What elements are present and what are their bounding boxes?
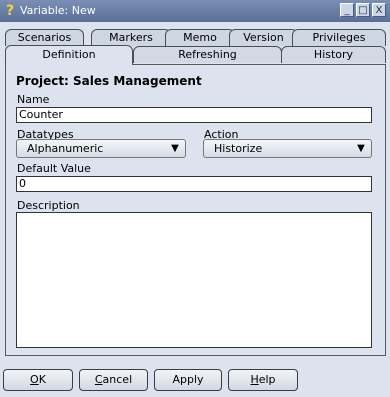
close-button[interactable]: X [372,3,386,17]
datatypes-select[interactable]: Alphanumeric ▼ [16,139,186,158]
maximize-button[interactable]: □ [356,3,370,17]
window-title: Variable: New [20,4,96,17]
cancel-button[interactable]: Cancel [79,369,148,391]
tab-version[interactable]: Version [229,29,298,46]
description-textarea[interactable] [16,212,372,348]
name-field[interactable]: Counter [16,107,372,123]
tab-scenarios[interactable]: Scenarios [5,29,84,46]
project-heading: Project: Sales Management [16,74,202,88]
default-value-field[interactable]: 0 [16,176,372,192]
description-label: Description [17,199,80,212]
help-question-icon: ? [5,3,15,19]
name-label: Name [17,93,50,106]
apply-button[interactable]: Apply [154,369,222,391]
datatypes-value: Alphanumeric [27,142,104,155]
default-value-label: Default Value [17,162,91,175]
ok-button[interactable]: OK [3,369,73,391]
tab-history[interactable]: History [281,46,386,63]
help-button[interactable]: Help [228,369,298,391]
title-bar: ? Variable: New _ □ X [0,0,390,22]
tab-privileges[interactable]: Privileges [292,29,386,46]
action-select[interactable]: Historize ▼ [203,139,372,158]
tab-markers[interactable]: Markers [91,29,171,46]
tab-refreshing[interactable]: Refreshing [133,46,282,63]
action-value: Historize [214,142,263,155]
minimize-button[interactable]: _ [340,3,354,17]
tab-definition[interactable]: Definition [5,45,133,65]
tab-memo[interactable]: Memo [165,29,235,46]
dropdown-arrow-icon: ▼ [357,143,365,154]
dropdown-arrow-icon: ▼ [171,143,179,154]
